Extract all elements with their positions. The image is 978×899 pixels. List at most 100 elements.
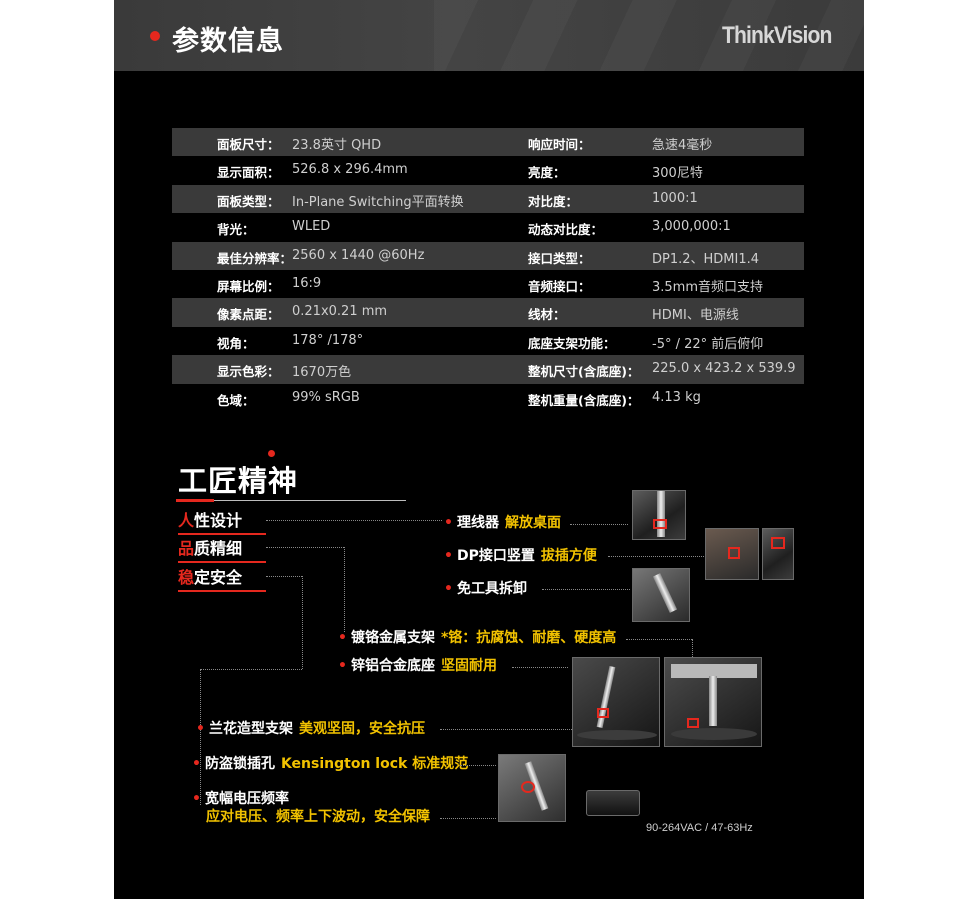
spec-row: 面板尺寸： 23.8英寸 QHD 响应时间： 急速4毫秒 xyxy=(172,128,804,157)
spec-value: 178° /178° xyxy=(292,332,364,348)
pillar-underline xyxy=(178,561,266,563)
feature-alloy-base: • 锌铝合金底座 坚固耐用 xyxy=(338,658,497,674)
connector-line xyxy=(692,639,693,657)
cable-manager-photo xyxy=(632,490,686,540)
connector-line xyxy=(512,667,568,668)
spec-value: 225.0 x 423.2 x 539.9 xyxy=(652,361,796,377)
spec-label: 屏幕比例： xyxy=(217,278,280,294)
dp-port-photo xyxy=(705,528,759,580)
connector-line xyxy=(440,818,496,819)
spec-label: 响应时间： xyxy=(528,137,591,152)
spec-label: 面板尺寸： xyxy=(217,137,280,152)
spec-value: 16:9 xyxy=(292,275,322,291)
connector-line xyxy=(626,639,692,640)
spec-label: 亮度： xyxy=(528,165,566,181)
feature-cable-manager: • 理线器 解放桌面 xyxy=(444,515,561,531)
connector-line xyxy=(542,589,630,590)
pillar-label: 性设计 xyxy=(194,511,243,530)
spec-value: 3.5mm音频口支持 xyxy=(652,279,764,295)
spec-value: 4.13 kg xyxy=(652,389,701,405)
red-dot-icon xyxy=(268,450,275,457)
alloy-base-photo xyxy=(664,657,762,747)
spec-label: 音频接口： xyxy=(528,278,591,294)
port-panel-photo xyxy=(762,528,794,580)
pillar-label: 质精细 xyxy=(194,539,243,558)
spec-value: 3,000,000:1 xyxy=(652,219,731,235)
spec-label: 色域： xyxy=(217,392,255,408)
spec-row: 面板类型： In-Plane Switching平面转换 对比度： 1000:1 xyxy=(172,184,804,214)
spec-label: 面板类型： xyxy=(217,193,280,209)
tool-free-photo xyxy=(632,568,690,622)
spec-row: 像素点距： 0.21x0.21 mm 线材： HDMI、电源线 xyxy=(172,298,804,327)
pillar-underline xyxy=(178,590,266,592)
kensington-photo xyxy=(498,754,566,822)
feature-chrome-stand: • 镀铬金属支架 *铬：抗腐蚀、耐磨、硬度高 xyxy=(338,630,617,646)
connector-line xyxy=(266,520,442,521)
spec-row: 显示色彩： 1670万色 整机尺寸(含底座)： 225.0 x 423.2 x 53… xyxy=(172,355,804,384)
spec-value: HDMI、电源线 xyxy=(652,308,739,324)
feature-wide-voltage: • 宽幅电压频率 xyxy=(192,791,289,807)
spec-value: 2560 x 1440 @60Hz xyxy=(292,247,425,263)
spec-label: 线材： xyxy=(528,307,566,323)
spec-value: 1670万色 xyxy=(292,365,352,381)
feature-wide-voltage-note: 应对电压、频率上下波动，安全保障 xyxy=(206,809,430,825)
spec-value: -5° / 22° 前后俯仰 xyxy=(652,336,764,352)
connector-line xyxy=(200,669,302,670)
feature-orchid-stand: • 兰花造型支架 美观坚固，安全抗压 xyxy=(196,721,425,737)
power-spec-label: 90-264VAC / 47-63Hz xyxy=(646,822,753,834)
title-underline xyxy=(214,500,406,501)
connector-line xyxy=(608,556,704,557)
feature-tool-free: • 免工具拆卸 xyxy=(444,581,527,597)
pillar-quality: 品质精细 xyxy=(178,535,266,563)
connector-line xyxy=(344,547,345,632)
connector-line xyxy=(302,576,303,669)
header-bar: 参数信息 ThinkVision xyxy=(114,0,864,71)
spec-value: 0.21x0.21 mm xyxy=(292,304,388,320)
spec-value: WLED xyxy=(292,219,331,235)
spec-label: 动态对比度： xyxy=(528,222,604,238)
spec-label: 对比度： xyxy=(528,193,579,209)
connector-line xyxy=(266,547,344,548)
spec-label: 背光： xyxy=(217,222,255,238)
spec-value: 急速4毫秒 xyxy=(652,138,713,153)
pillar-highlight: 人 xyxy=(178,511,195,530)
craft-title: 工匠精神 xyxy=(178,464,299,498)
connector-line xyxy=(460,765,496,766)
spec-label: 显示色彩： xyxy=(217,364,280,380)
spec-label: 显示面积： xyxy=(217,165,280,181)
spec-row: 色域： 99% sRGB 整机重量(含底座)： 4.13 kg xyxy=(172,384,804,412)
spec-label: 接口类型： xyxy=(528,250,591,266)
spec-row: 显示面积： 526.8 x 296.4mm 亮度： 300尼特 xyxy=(172,156,804,184)
spec-value: DP1.2、HDMI1.4 xyxy=(652,251,760,267)
feature-security-lock: • 防盗锁插孔 Kensington lock 标准规范 xyxy=(192,756,469,772)
spec-label: 底座支架功能： xyxy=(528,335,616,351)
connector-line xyxy=(266,576,302,577)
spec-label: 整机重量(含底座)： xyxy=(528,392,640,408)
spec-page: 参数信息 ThinkVision 面板尺寸： 23.8英寸 QHD 响应时间： 急速4… xyxy=(114,0,864,899)
brand-logo: ThinkVision xyxy=(722,22,833,49)
feature-dp-port: • DP接口竖置 拔插方便 xyxy=(444,548,597,564)
spec-value: 1000:1 xyxy=(652,190,698,206)
connector-line xyxy=(570,524,628,525)
spec-value: 23.8英寸 QHD xyxy=(292,138,382,153)
pillar-stability: 稳定安全 xyxy=(178,564,266,592)
chrome-stand-photo xyxy=(572,657,660,747)
pillar-label: 定安全 xyxy=(194,568,243,587)
spec-row: 最佳分辨率： 2560 x 1440 @60Hz 接口类型： DP1.2、HDMI1.… xyxy=(172,241,804,270)
spec-label: 最佳分辨率： xyxy=(217,250,293,266)
spec-value: In-Plane Switching平面转换 xyxy=(292,194,464,210)
spec-value: 99% sRGB xyxy=(292,389,360,405)
spec-row: 视角： 178° /178° 底座支架功能： -5° / 22° 前后俯仰 xyxy=(172,327,804,355)
spec-value: 300尼特 xyxy=(652,166,703,182)
pillar-highlight: 稳 xyxy=(178,568,195,587)
page-title: 参数信息 xyxy=(172,26,284,57)
connector-line xyxy=(440,729,572,730)
spec-table: 面板尺寸： 23.8英寸 QHD 响应时间： 急速4毫秒 显示面积： 526.8 x 29… xyxy=(172,128,804,412)
spec-row: 屏幕比例： 16:9 音频接口： 3.5mm音频口支持 xyxy=(172,270,804,298)
spec-row: 背光： WLED 动态对比度： 3,000,000:1 xyxy=(172,213,804,241)
spec-label: 整机尺寸(含底座)： xyxy=(528,364,640,380)
spec-label: 视角： xyxy=(217,335,255,351)
power-adapter-photo xyxy=(586,790,640,816)
title-underline-accent xyxy=(176,499,214,502)
red-dot-icon xyxy=(150,31,160,41)
